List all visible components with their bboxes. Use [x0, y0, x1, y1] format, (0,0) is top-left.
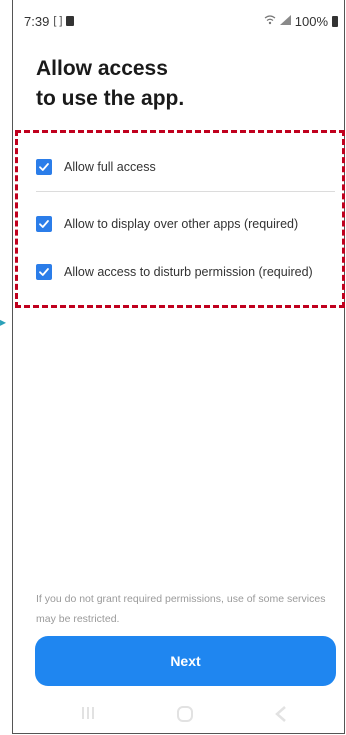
screen-icon: [ ]	[53, 14, 63, 27]
permission-item-display-over[interactable]: Allow to display over other apps (requir…	[36, 216, 298, 232]
page-title-line2: to use the app.	[36, 87, 185, 110]
permission-item-disturb[interactable]: Allow access to disturb permission (requ…	[36, 264, 313, 280]
next-button[interactable]: Next	[35, 636, 336, 686]
wifi-icon	[264, 14, 276, 28]
battery-text: 100%	[294, 13, 328, 29]
page-title-line1: Allow access	[36, 57, 168, 80]
page-title: Allow access to use the app.	[36, 54, 184, 114]
recent-apps-icon[interactable]	[80, 706, 96, 725]
checkbox-display-over[interactable]	[36, 216, 52, 232]
permissions-divider	[36, 191, 335, 192]
home-icon[interactable]	[176, 706, 194, 727]
status-left: 7:39 [ ]	[24, 13, 75, 29]
sim-icon	[66, 16, 75, 26]
permission-label-full-access: Allow full access	[64, 160, 156, 174]
permission-item-full-access[interactable]: Allow full access	[36, 159, 156, 175]
disclaimer-text: If you do not grant required permissions…	[36, 593, 326, 625]
nav-bar	[12, 706, 345, 728]
check-icon	[39, 220, 49, 228]
signal-icon	[279, 14, 291, 28]
check-icon	[39, 163, 49, 171]
permission-label-disturb: Allow access to disturb permission (requ…	[64, 265, 313, 279]
status-time: 7:39	[24, 13, 50, 29]
checkbox-full-access[interactable]	[36, 159, 52, 175]
status-bar: 7:39 [ ] 100%	[24, 12, 338, 30]
status-right: 100%	[264, 14, 338, 29]
check-icon	[39, 268, 49, 276]
side-arrow-icon: ▸	[0, 315, 7, 329]
permission-label-display-over: Allow to display over other apps (requir…	[64, 217, 299, 231]
back-icon[interactable]	[274, 706, 288, 727]
battery-icon	[332, 15, 338, 27]
checkbox-disturb[interactable]	[36, 264, 52, 280]
